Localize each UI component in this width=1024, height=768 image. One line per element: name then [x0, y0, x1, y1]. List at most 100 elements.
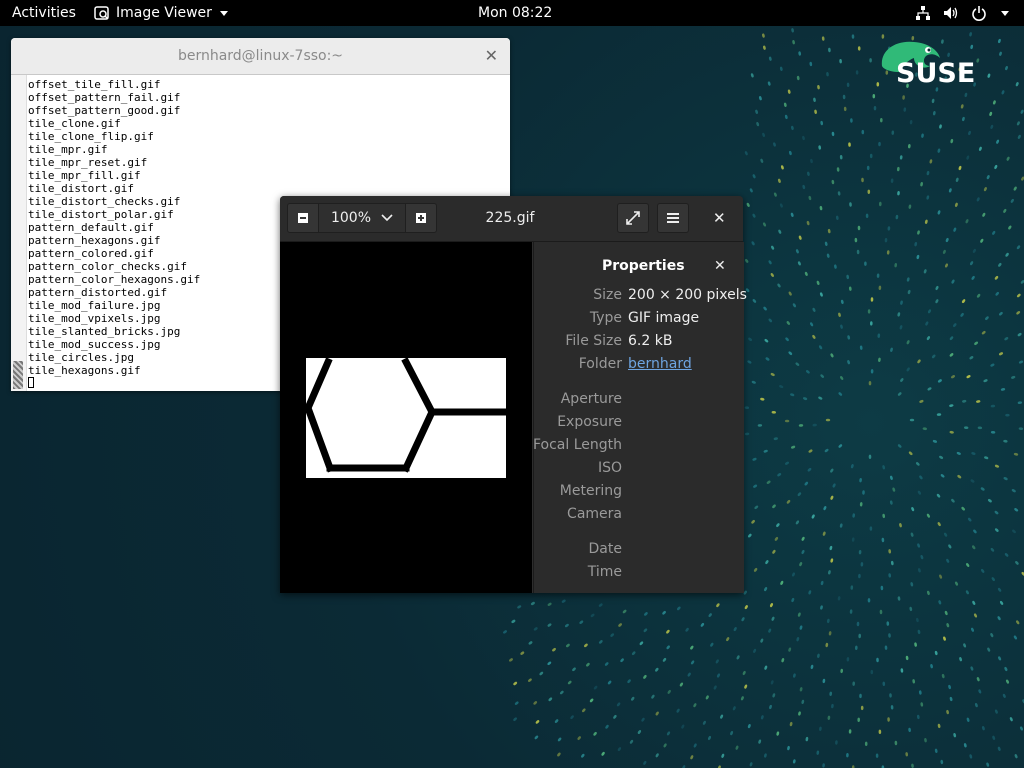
wallpaper-dot	[651, 694, 655, 699]
wallpaper-dot	[829, 691, 833, 696]
zoom-in-button[interactable]	[405, 203, 437, 233]
fullscreen-button[interactable]	[617, 203, 649, 233]
wallpaper-dot	[830, 353, 834, 358]
wallpaper-dot	[1003, 208, 1007, 213]
wallpaper-dot	[750, 73, 754, 78]
wallpaper-dot	[511, 619, 516, 624]
wallpaper-dot	[980, 487, 985, 491]
wallpaper-dot	[899, 325, 903, 330]
system-menu[interactable]	[915, 4, 1009, 22]
terminal-line: tile_clone.gif	[28, 117, 121, 130]
wallpaper-dot	[876, 273, 880, 278]
hamburger-menu-button[interactable]	[657, 203, 689, 233]
wallpaper-dot	[858, 573, 861, 579]
wallpaper-dot	[894, 740, 898, 746]
wallpaper-dot	[961, 506, 965, 511]
wallpaper-dot	[514, 701, 519, 705]
wallpaper-dot	[981, 330, 986, 335]
wallpaper-dot	[946, 709, 949, 715]
clock[interactable]: Mon 08:22	[478, 4, 552, 22]
wallpaper-dot	[990, 404, 996, 408]
wallpaper-dot	[990, 633, 994, 638]
wallpaper-dot	[819, 345, 823, 350]
wallpaper-dot	[789, 721, 793, 727]
terminal-scrollbar-thumb[interactable]	[13, 361, 23, 389]
top-bar: Activities Image Viewer Mon 08:22	[0, 0, 1024, 26]
wallpaper-dot	[859, 502, 863, 507]
wallpaper-dot	[641, 717, 645, 722]
wallpaper-dot	[534, 735, 539, 740]
wallpaper-dot	[1011, 375, 1016, 379]
wallpaper-dot	[869, 526, 873, 531]
wallpaper-dot	[1020, 280, 1024, 284]
wallpaper-dot	[921, 133, 924, 138]
wallpaper-dot	[948, 188, 952, 193]
folder-link[interactable]: bernhard	[628, 356, 692, 372]
wallpaper-dot	[839, 523, 843, 528]
wallpaper-dot	[821, 36, 825, 41]
wallpaper-dot	[607, 680, 612, 685]
wallpaper-dot	[965, 219, 969, 224]
wallpaper-dot	[798, 235, 802, 240]
wallpaper-dot	[971, 627, 974, 632]
wallpaper-dot	[940, 474, 945, 478]
terminal-line: tile_mpr.gif	[28, 143, 108, 156]
wallpaper-dot	[763, 449, 768, 453]
wallpaper-dot	[998, 352, 1004, 356]
wallpaper-dot	[554, 719, 559, 723]
wallpaper-dot	[561, 599, 566, 603]
fullscreen-icon	[626, 211, 640, 225]
wallpaper-dot	[693, 703, 697, 708]
wallpaper-dot	[643, 674, 647, 679]
image-canvas[interactable]	[280, 242, 532, 593]
image-viewer-window[interactable]: 100% 225.gif ✕ Properties ✕ Size 200 × 2…	[280, 196, 747, 593]
wallpaper-dot	[801, 699, 805, 705]
wallpaper-dot	[822, 763, 825, 768]
terminal-titlebar[interactable]: bernhard@linux-7sso:~ ✕	[11, 38, 510, 75]
wallpaper-dot	[949, 430, 954, 434]
wallpaper-dot	[971, 452, 976, 455]
wallpaper-dot	[869, 321, 873, 326]
wallpaper-dot	[962, 399, 967, 403]
viewer-headerbar[interactable]: 100% 225.gif ✕	[280, 196, 743, 242]
activities-button[interactable]: Activities	[12, 4, 76, 22]
wallpaper-dot	[756, 121, 760, 127]
image-viewer-icon	[94, 6, 109, 20]
wallpaper-dot	[850, 464, 854, 469]
app-menu[interactable]: Image Viewer	[94, 4, 228, 22]
wallpaper-dot	[693, 743, 697, 748]
wallpaper-dot	[559, 690, 564, 695]
terminal-close-icon[interactable]: ✕	[485, 46, 498, 65]
wallpaper-dot	[1016, 121, 1020, 126]
wallpaper-dot	[937, 148, 941, 153]
wallpaper-dot	[997, 587, 1002, 592]
wallpaper-dot	[949, 353, 954, 357]
properties-close-icon[interactable]: ✕	[714, 258, 726, 274]
wallpaper-dot	[926, 170, 930, 176]
wallpaper-dot	[831, 179, 835, 185]
wallpaper-dot	[777, 283, 781, 288]
prop-row-exposure: Exposure	[534, 414, 744, 434]
wallpaper-dot	[605, 724, 609, 729]
viewer-close-icon[interactable]: ✕	[713, 209, 726, 227]
wallpaper-dot	[943, 636, 946, 641]
wallpaper-dot	[994, 528, 999, 532]
wallpaper-dot	[586, 662, 590, 667]
zoom-level-dropdown[interactable]: 100%	[318, 203, 406, 233]
zoom-out-button[interactable]	[287, 203, 319, 233]
wallpaper-dot	[773, 192, 777, 197]
wallpaper-dot	[854, 645, 858, 650]
wallpaper-dot	[631, 696, 635, 701]
wallpaper-dot	[917, 629, 921, 635]
wallpaper-dot	[860, 705, 864, 711]
wallpaper-dot	[994, 464, 1000, 468]
terminal-line: offset_tile_fill.gif	[28, 78, 161, 91]
wallpaper-dot	[1005, 413, 1010, 417]
wallpaper-dot	[864, 261, 867, 266]
terminal-scrollbar[interactable]	[11, 75, 27, 391]
wallpaper-dot	[900, 378, 904, 382]
wallpaper-dot	[776, 731, 780, 736]
wallpaper-dot	[690, 755, 694, 760]
wallpaper-dot	[984, 456, 989, 460]
wallpaper-dot	[867, 309, 871, 314]
